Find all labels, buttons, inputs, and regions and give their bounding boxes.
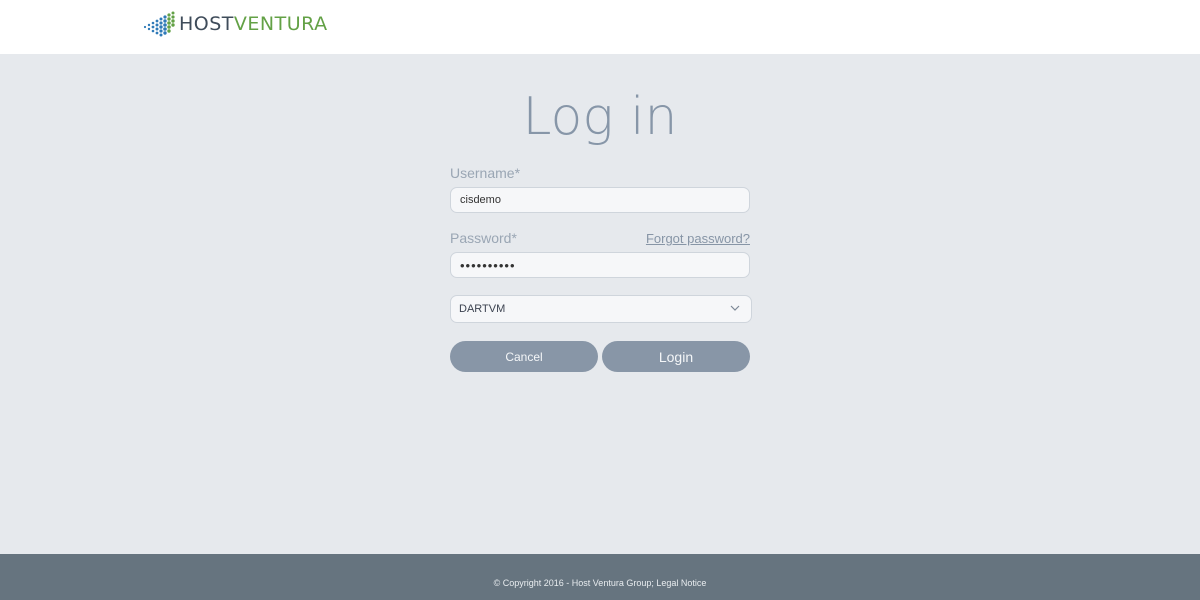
logo-text-host: HOST bbox=[179, 13, 234, 35]
forgot-password-link[interactable]: Forgot password? bbox=[646, 231, 750, 246]
chevron-down-icon bbox=[730, 305, 740, 311]
logo-text: HOSTVENTURA bbox=[179, 8, 328, 40]
domain-select-value: DARTVM bbox=[459, 303, 506, 315]
logo-text-ventura: VENTURA bbox=[233, 13, 328, 35]
footer: © Copyright 2016 - Host Ventura Group; L… bbox=[0, 554, 1200, 600]
footer-copyright[interactable]: © Copyright 2016 - Host Ventura Group; L… bbox=[494, 578, 707, 588]
page-title: Log in bbox=[522, 87, 678, 147]
main-content: Log in Username* Password* Forgot passwo… bbox=[0, 54, 1200, 554]
logo-dots-icon bbox=[143, 11, 175, 37]
username-label: Username* bbox=[450, 165, 521, 181]
password-label: Password* bbox=[450, 230, 517, 246]
password-field[interactable] bbox=[450, 252, 750, 278]
cancel-button[interactable]: Cancel bbox=[450, 341, 598, 372]
login-button[interactable]: Login bbox=[602, 341, 750, 372]
hostventura-logo[interactable]: HOSTVENTURA bbox=[142, 8, 328, 40]
username-field[interactable] bbox=[450, 187, 750, 213]
top-bar: HOSTVENTURA bbox=[0, 0, 1200, 54]
domain-select[interactable]: DARTVM bbox=[450, 295, 752, 323]
